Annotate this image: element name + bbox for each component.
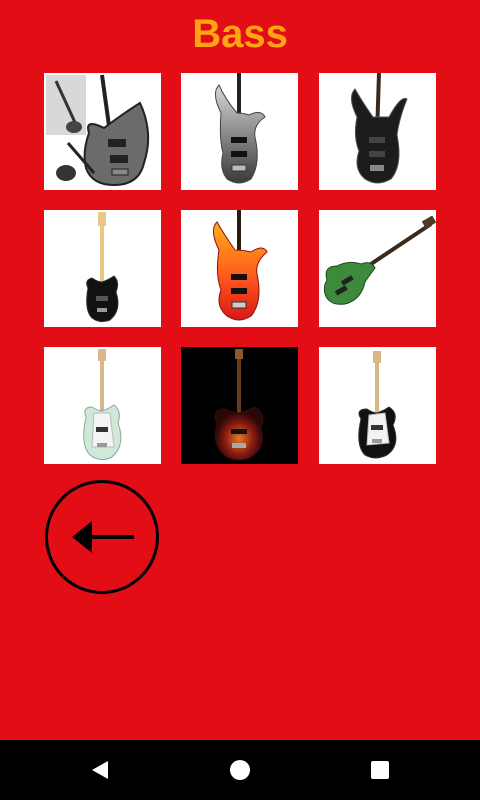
bass-tile-4[interactable]: [44, 210, 161, 327]
nav-recents-square-icon: [371, 761, 389, 779]
bass-tile-6[interactable]: [319, 210, 436, 327]
back-button[interactable]: [45, 480, 159, 594]
bass-guitar-silver-burst-icon: [215, 73, 266, 184]
nav-recents-button[interactable]: [368, 758, 392, 782]
bass-guitar-black-icon: [351, 73, 408, 184]
page-title: Bass: [192, 12, 288, 56]
nav-back-button[interactable]: [88, 758, 112, 782]
bass-guitar-black-maple-icon: [86, 212, 119, 323]
bass-guitar-gray-five-string-icon: [46, 74, 150, 187]
nav-back-triangle-icon: [92, 761, 108, 779]
bass-guitar-seafoam-icon: [83, 349, 122, 461]
bass-tile-7[interactable]: [44, 347, 161, 464]
nav-home-button[interactable]: [228, 758, 252, 782]
bass-tile-1[interactable]: [44, 73, 161, 190]
nav-home-circle-icon: [230, 760, 250, 780]
bass-guitar-green-icon: [323, 215, 436, 305]
system-navigation-bar: [0, 740, 480, 800]
bass-guitar-dark-red-burst-icon: [214, 349, 264, 461]
bass-tile-8[interactable]: [181, 347, 298, 464]
bass-grid: [44, 73, 436, 465]
bass-tile-3[interactable]: [319, 73, 436, 190]
bass-guitar-orange-red-burst-icon: [213, 210, 268, 321]
bass-tile-2[interactable]: [181, 73, 298, 190]
bass-tile-9[interactable]: [319, 347, 436, 464]
arrow-left-icon: [72, 521, 134, 553]
bass-guitar-black-white-pickguard-icon: [358, 351, 397, 459]
bass-tile-5[interactable]: [181, 210, 298, 327]
